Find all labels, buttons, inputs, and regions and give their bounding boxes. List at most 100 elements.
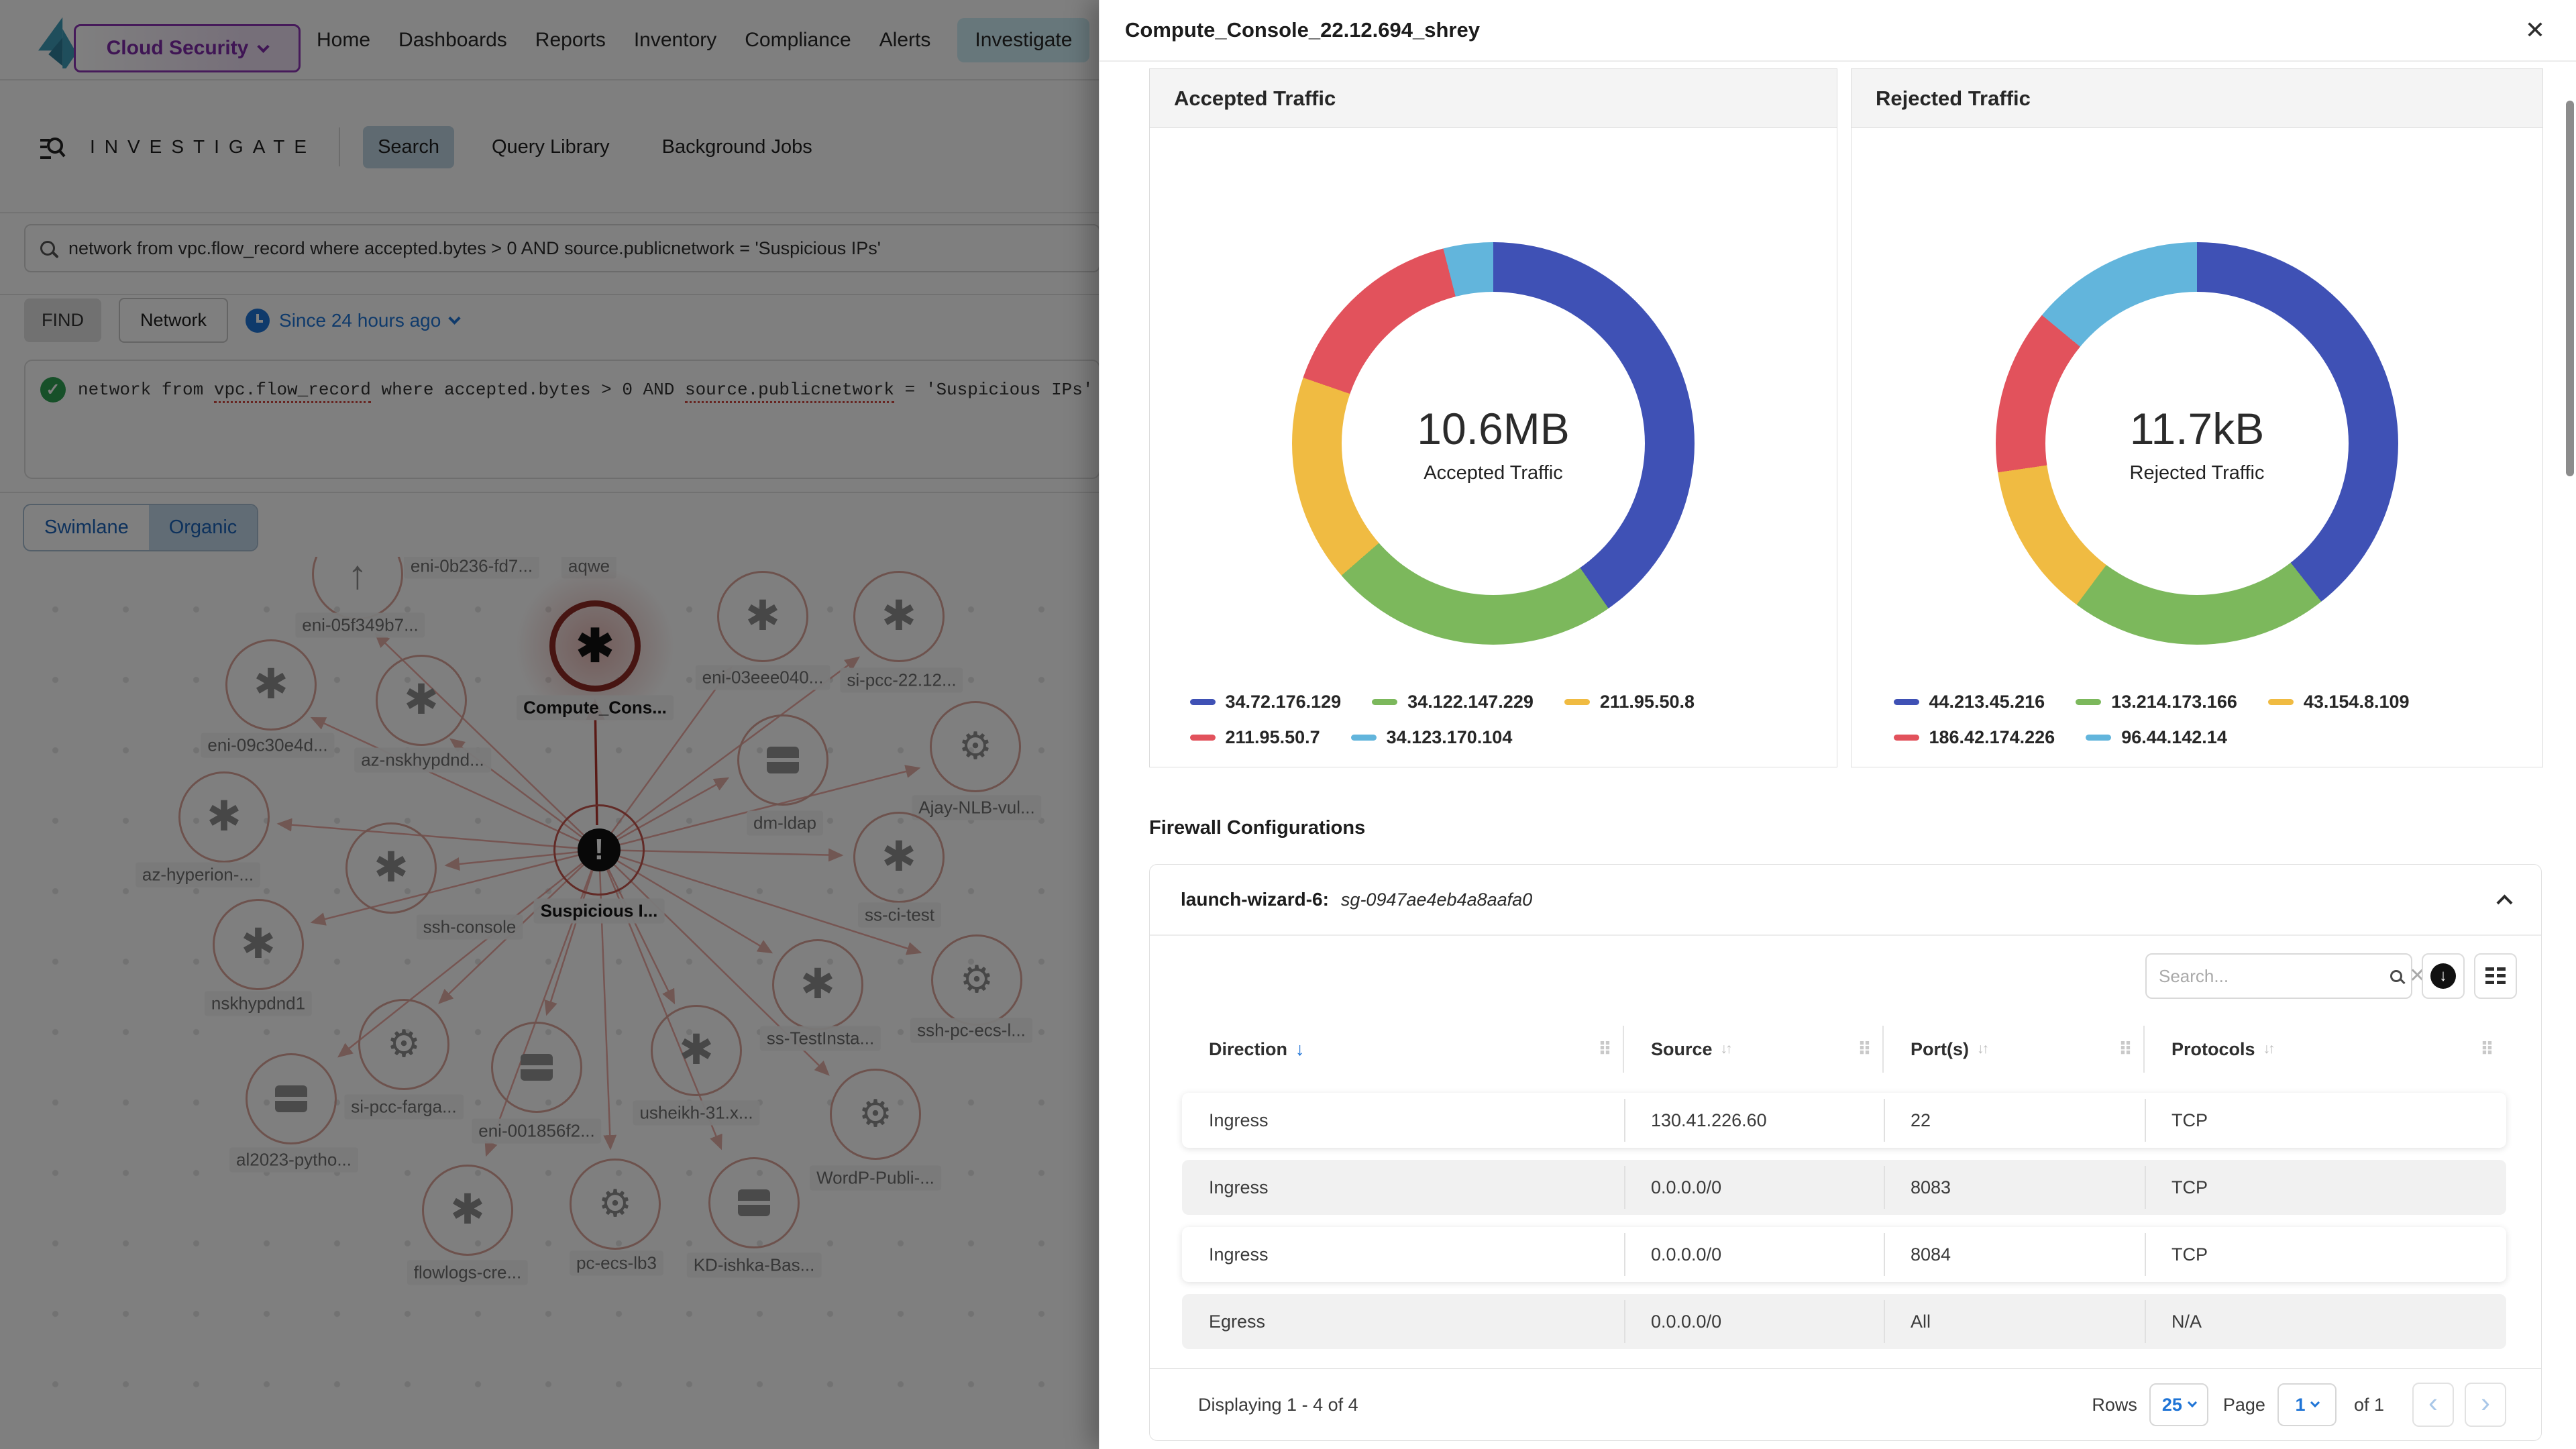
legend-item[interactable]: 44.213.45.216: [1894, 692, 2045, 712]
displaying-count: Displaying 1 - 4 of 4: [1198, 1395, 1358, 1415]
rows-per-page-value: 25: [2162, 1395, 2182, 1415]
traffic-cards: Accepted Traffic 10.6MB Accepted Traffic…: [1149, 68, 2543, 767]
legend-label: 34.72.176.129: [1226, 692, 1342, 712]
legend-swatch: [1351, 735, 1377, 741]
modal-dim-overlay[interactable]: [0, 0, 1099, 1449]
column-label: Protocols: [2171, 1039, 2255, 1060]
legend-label: 211.95.50.8: [1600, 692, 1695, 712]
legend-item[interactable]: 34.122.147.229: [1372, 692, 1534, 712]
column-header-protocols[interactable]: Protocols ↓↑ ⠿: [2145, 1023, 2506, 1075]
column-drag-handle[interactable]: ⠿: [1858, 1039, 1872, 1060]
card-body: 11.7kB Rejected Traffic 44.213.45.216 13…: [1851, 128, 2542, 767]
card-title: Accepted Traffic: [1150, 69, 1837, 128]
cell-protocols: TCP: [2145, 1227, 2506, 1282]
table-search-input[interactable]: [2159, 966, 2383, 987]
legend-swatch: [1894, 735, 1919, 741]
cell-protocols: TCP: [2145, 1093, 2506, 1148]
rows-label: Rows: [2092, 1395, 2137, 1415]
prev-page-button[interactable]: ‹: [2412, 1383, 2454, 1427]
rejected-traffic-legend: 44.213.45.216 13.214.173.166 43.154.8.10…: [1894, 692, 2501, 748]
legend-item[interactable]: 13.214.173.166: [2076, 692, 2237, 712]
download-button[interactable]: ↓: [2422, 953, 2465, 999]
donut-center-label: Accepted Traffic: [1424, 462, 1562, 484]
table-search-box[interactable]: ✕: [2145, 953, 2412, 999]
column-header-ports[interactable]: Port(s) ↓↑ ⠿: [1884, 1023, 2145, 1075]
legend-item[interactable]: 211.95.50.7: [1190, 727, 1320, 748]
columns-icon: [2484, 965, 2507, 987]
firewall-group-card: launch-wizard-6: sg-0947ae4eb4a8aafa0 ✕ …: [1149, 864, 2542, 1441]
legend-item[interactable]: 96.44.142.14: [2086, 727, 2227, 748]
table-footer: Displaying 1 - 4 of 4 Rows 25 Page 1 of …: [1150, 1368, 2541, 1440]
card-body: 10.6MB Accepted Traffic 34.72.176.129 34…: [1150, 128, 1837, 767]
legend-label: 186.42.174.226: [1929, 727, 2055, 748]
chevron-up-icon: [2496, 894, 2512, 910]
chevron-down-icon: [2310, 1398, 2320, 1407]
column-drag-handle[interactable]: ⠿: [1598, 1039, 1612, 1060]
legend-item[interactable]: 186.42.174.226: [1894, 727, 2055, 748]
column-label: Direction: [1209, 1039, 1287, 1060]
legend-swatch: [1372, 699, 1397, 705]
rows-per-page-select[interactable]: 25: [2149, 1383, 2208, 1426]
legend-item[interactable]: 211.95.50.8: [1564, 692, 1695, 712]
column-header-source[interactable]: Source ↓↑ ⠿: [1624, 1023, 1884, 1075]
column-header-direction[interactable]: Direction ↓ ⠿: [1182, 1023, 1624, 1075]
legend-label: 96.44.142.14: [2121, 727, 2227, 748]
panel-title: Compute_Console_22.12.694_shrey: [1125, 18, 1480, 42]
legend-item[interactable]: 34.123.170.104: [1351, 727, 1513, 748]
chevron-down-icon: [2188, 1398, 2197, 1407]
legend-label: 13.214.173.166: [2111, 692, 2237, 712]
table-row: Ingress 130.41.226.60 22 TCP: [1182, 1093, 2506, 1148]
cell-protocols: N/A: [2145, 1294, 2506, 1349]
legend-swatch: [1894, 699, 1919, 705]
legend-item[interactable]: 34.72.176.129: [1190, 692, 1342, 712]
accepted-traffic-card: Accepted Traffic 10.6MB Accepted Traffic…: [1149, 68, 1837, 767]
cell-direction: Ingress: [1182, 1227, 1624, 1282]
panel-header: Compute_Console_22.12.694_shrey ✕: [1099, 0, 2576, 62]
resource-detail-panel: Compute_Console_22.12.694_shrey ✕ Accept…: [1099, 0, 2576, 1449]
table-header-row: Direction ↓ ⠿ Source ↓↑ ⠿ Port(s) ↓↑ ⠿: [1182, 1023, 2506, 1075]
legend-label: 44.213.45.216: [1929, 692, 2045, 712]
legend-label: 43.154.8.109: [2304, 692, 2410, 712]
cell-source: 0.0.0.0/0: [1624, 1160, 1884, 1215]
panel-scrollbar[interactable]: [2566, 101, 2574, 476]
column-settings-button[interactable]: [2474, 953, 2517, 999]
page-total-label: of 1: [2354, 1395, 2384, 1415]
legend-swatch: [2086, 735, 2111, 741]
rejected-traffic-donut-chart[interactable]: 11.7kB Rejected Traffic: [1996, 242, 2398, 645]
column-label: Source: [1651, 1039, 1713, 1060]
column-drag-handle[interactable]: ⠿: [2480, 1039, 2494, 1060]
security-group-name: launch-wizard-6:: [1181, 889, 1329, 910]
card-title: Rejected Traffic: [1851, 69, 2542, 128]
accepted-traffic-donut-chart[interactable]: 10.6MB Accepted Traffic: [1292, 242, 1695, 645]
security-group-id: sg-0947ae4eb4a8aafa0: [1341, 890, 1532, 910]
table-body: Ingress 130.41.226.60 22 TCP Ingress 0.0…: [1182, 1093, 2506, 1361]
table-row: Egress 0.0.0.0/0 All N/A: [1182, 1294, 2506, 1349]
close-icon[interactable]: ✕: [2525, 18, 2545, 42]
legend-swatch: [2268, 699, 2294, 705]
donut-total-value: 10.6MB: [1417, 403, 1569, 454]
page-label: Page: [2223, 1395, 2265, 1415]
search-icon[interactable]: [2390, 970, 2402, 982]
cell-protocols: TCP: [2145, 1160, 2506, 1215]
legend-label: 211.95.50.7: [1226, 727, 1320, 748]
download-icon: ↓: [2430, 963, 2456, 989]
legend-label: 34.123.170.104: [1387, 727, 1513, 748]
table-row: Ingress 0.0.0.0/0 8083 TCP: [1182, 1160, 2506, 1215]
cell-direction: Ingress: [1182, 1160, 1624, 1215]
column-drag-handle[interactable]: ⠿: [2118, 1039, 2133, 1060]
firewall-group-accordion-header[interactable]: launch-wizard-6: sg-0947ae4eb4a8aafa0: [1150, 865, 2541, 936]
donut-total-value: 11.7kB: [2130, 403, 2265, 454]
page-select[interactable]: 1: [2277, 1383, 2337, 1426]
legend-swatch: [1190, 735, 1216, 741]
sort-icon: ↓↑: [1721, 1041, 1731, 1057]
legend-swatch: [1190, 699, 1216, 705]
legend-item[interactable]: 43.154.8.109: [2268, 692, 2410, 712]
sort-desc-icon: ↓: [1295, 1039, 1305, 1060]
table-row: Ingress 0.0.0.0/0 8084 TCP: [1182, 1227, 2506, 1282]
legend-swatch: [1564, 699, 1590, 705]
next-page-button[interactable]: ›: [2465, 1383, 2506, 1427]
cell-direction: Ingress: [1182, 1093, 1624, 1148]
sort-icon: ↓↑: [2263, 1041, 2273, 1057]
legend-label: 34.122.147.229: [1407, 692, 1534, 712]
screen: Cloud Security Home Dashboards Reports I…: [0, 0, 2576, 1449]
